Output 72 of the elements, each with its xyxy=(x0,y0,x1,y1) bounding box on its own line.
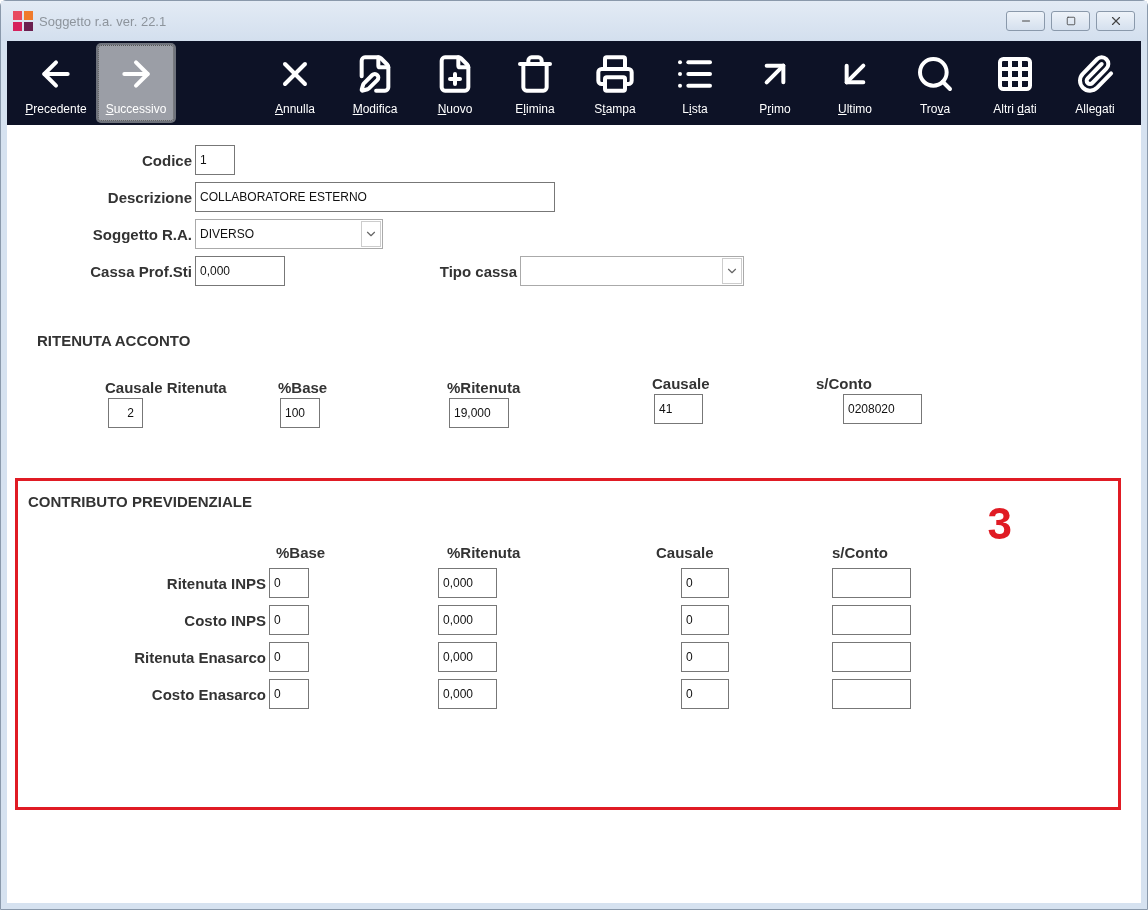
input-field[interactable]: 0,000 xyxy=(438,642,497,672)
paperclip-icon xyxy=(1075,54,1115,94)
trash-icon xyxy=(515,54,555,94)
input-field[interactable]: 0 xyxy=(269,605,309,635)
search-icon xyxy=(915,54,955,94)
field-label: Codice xyxy=(141,151,193,169)
column-header: %Base xyxy=(276,544,326,561)
input-field[interactable]: 0 xyxy=(681,679,729,709)
column-header: Causale xyxy=(652,375,711,392)
annotation-number: 3 xyxy=(987,499,1012,549)
input-field[interactable]: 0 xyxy=(681,642,729,672)
toolbar-button[interactable]: Elimina xyxy=(495,45,575,121)
input-field[interactable]: 41 xyxy=(654,394,703,424)
grid-icon xyxy=(995,54,1035,94)
input-field[interactable] xyxy=(832,642,911,672)
row-label: Ritenuta Enasarco xyxy=(133,648,267,666)
toolbar-button[interactable]: Allegati xyxy=(1055,45,1135,121)
row-label: Ritenuta INPS xyxy=(165,574,267,592)
field-label: Cassa Prof.Sti xyxy=(89,262,193,280)
input-field[interactable]: 0,000 xyxy=(438,568,497,598)
column-header: Causale xyxy=(656,544,714,561)
section-title: RITENUTA ACCONTO xyxy=(37,332,192,349)
close-button[interactable] xyxy=(1096,11,1135,31)
input-field[interactable]: 19,000 xyxy=(449,398,509,428)
toolbar-button[interactable]: Lista xyxy=(655,45,735,121)
toolbar-button[interactable]: Stampa xyxy=(575,45,655,121)
toolbar-button[interactable]: Trova xyxy=(895,45,975,121)
input-field[interactable]: 100 xyxy=(280,398,320,428)
row-label: Costo INPS xyxy=(183,611,267,629)
toolbar-button[interactable]: Precedente xyxy=(16,45,96,121)
field-label: Tipo cassa xyxy=(438,262,518,280)
minimize-button[interactable] xyxy=(1006,11,1045,31)
input-field[interactable]: 0 xyxy=(269,642,309,672)
toolbar-button[interactable]: Ultimo xyxy=(815,45,895,121)
input-field[interactable] xyxy=(832,605,911,635)
row-label: Costo Enasarco xyxy=(150,685,267,703)
toolbar-button[interactable]: Primo xyxy=(735,45,815,121)
maximize-icon xyxy=(1065,16,1076,26)
column-header: s/Conto xyxy=(816,375,873,392)
window-title: Soggetto r.a. ver. 22.1 xyxy=(39,13,168,29)
toolbar-button[interactable]: Annulla xyxy=(255,45,335,121)
input-field[interactable]: 1 xyxy=(195,145,235,175)
dropdown[interactable] xyxy=(520,256,744,286)
maximize-button[interactable] xyxy=(1051,11,1090,31)
printer-icon xyxy=(595,54,635,94)
column-header: %Ritenuta xyxy=(447,544,521,561)
input-field[interactable]: 0,000 xyxy=(438,679,497,709)
toolbar-button[interactable]: Nuovo xyxy=(415,45,495,121)
input-field[interactable]: 0208020 xyxy=(843,394,922,424)
input-field[interactable]: 2 xyxy=(108,398,143,428)
input-field[interactable] xyxy=(832,679,911,709)
input-field[interactable]: 0,000 xyxy=(438,605,497,635)
app-logo-icon xyxy=(13,11,33,31)
dropdown[interactable]: DIVERSO xyxy=(195,219,383,249)
toolbar-button[interactable]: Modifica xyxy=(335,45,415,121)
chevron-down-icon xyxy=(361,221,381,247)
column-header: %Base xyxy=(278,379,329,396)
input-field[interactable]: 0 xyxy=(681,568,729,598)
column-header: Causale Ritenuta xyxy=(105,379,228,396)
field-label: Soggetto R.A. xyxy=(91,225,193,243)
input-field[interactable]: 0 xyxy=(269,568,309,598)
input-field[interactable]: 0 xyxy=(681,605,729,635)
input-field[interactable]: COLLABORATORE ESTERNO xyxy=(195,182,555,212)
column-header: %Ritenuta xyxy=(447,379,522,396)
section-title: CONTRIBUTO PREVIDENZIALE xyxy=(28,493,253,510)
input-field[interactable] xyxy=(832,568,911,598)
input-field[interactable]: 0 xyxy=(269,679,309,709)
column-header: s/Conto xyxy=(832,544,888,561)
chevron-down-icon xyxy=(722,258,742,284)
field-label: Descrizione xyxy=(106,188,193,206)
input-field[interactable]: 0,000 xyxy=(195,256,285,286)
toolbar-button[interactable]: Altri dati xyxy=(975,45,1055,121)
